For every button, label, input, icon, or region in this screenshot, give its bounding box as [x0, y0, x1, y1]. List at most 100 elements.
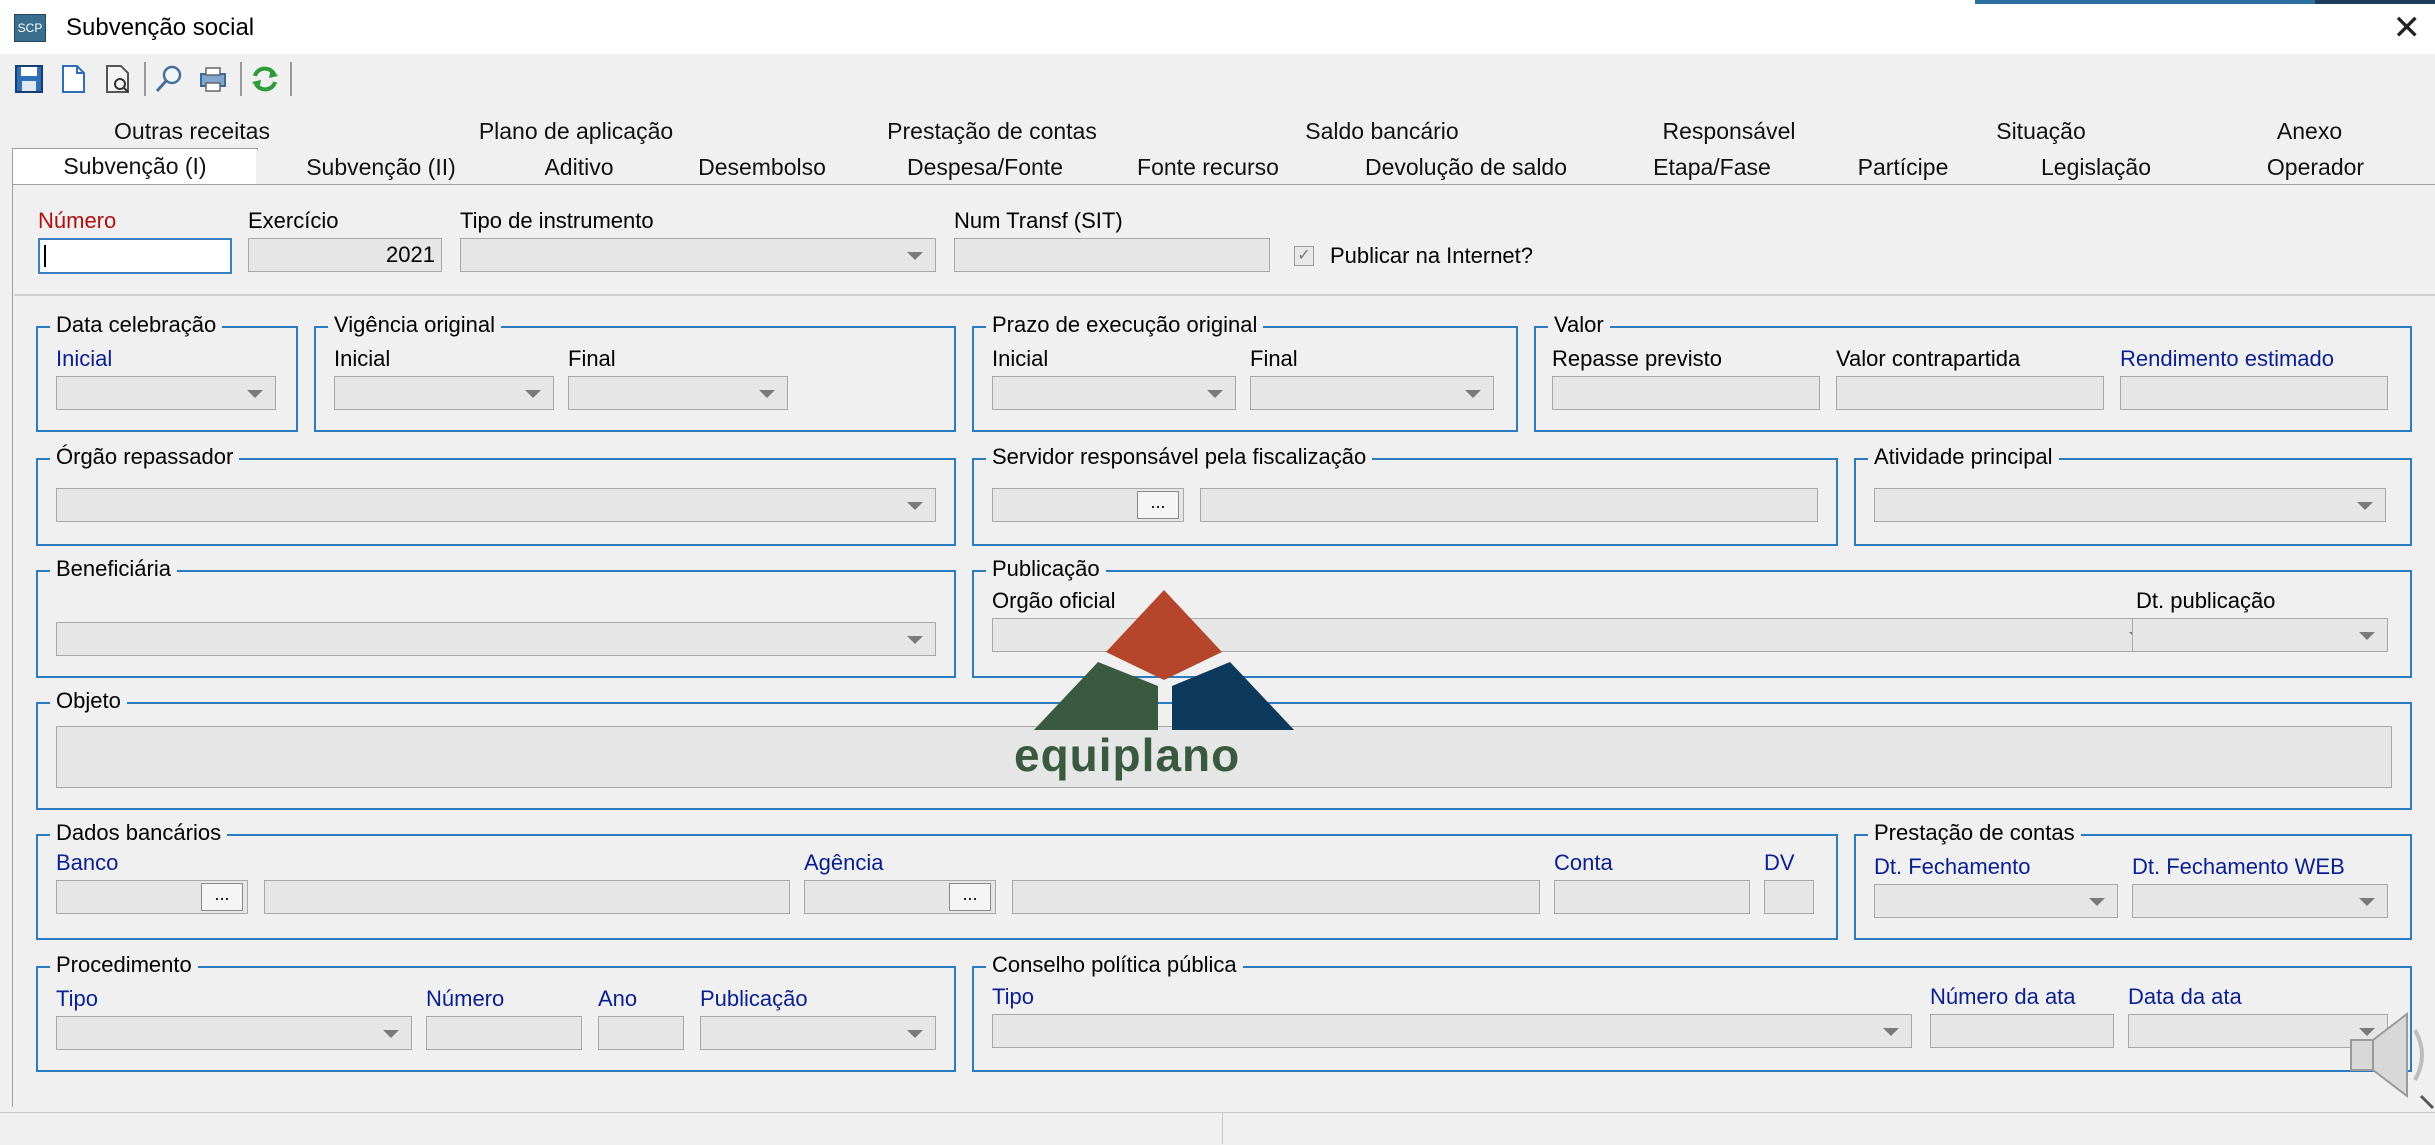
tipo-instrumento-select[interactable] — [460, 238, 936, 272]
group-title: Prazo de execução original — [986, 312, 1264, 338]
tab-desembolso[interactable]: Desembolso — [652, 150, 873, 184]
conta-input[interactable] — [1554, 880, 1750, 914]
tab-plano-aplicacao[interactable]: Plano de aplicação — [372, 114, 781, 148]
refresh-icon[interactable] — [248, 62, 282, 96]
vigencia-inicial-label: Inicial — [334, 346, 391, 371]
tab-participe[interactable]: Partícipe — [1810, 150, 1997, 184]
atividade-principal-select[interactable] — [1874, 488, 2386, 522]
tab-prestacao-contas[interactable]: Prestação de contas — [780, 114, 1205, 148]
tab-subvencao-ii[interactable]: Subvenção (II) — [256, 150, 507, 184]
data-ata-label: Data da ata — [2128, 984, 2242, 1009]
tab-anexo[interactable]: Anexo — [2184, 114, 2435, 148]
group-title: Procedimento — [50, 952, 198, 978]
procedimento-numero-label: Número — [426, 986, 505, 1011]
group-title: Atividade principal — [1868, 444, 2059, 470]
dt-fechamento-web-select[interactable] — [2132, 884, 2388, 918]
rendimento-estimado-input[interactable] — [2120, 376, 2388, 410]
speaker-icon[interactable] — [2345, 1000, 2435, 1110]
repasse-previsto-label: Repasse previsto — [1552, 346, 1722, 371]
orgao-repassador-select[interactable] — [56, 488, 936, 522]
conta-label: Conta — [1554, 850, 1613, 875]
banco-lookup-button[interactable]: ... — [201, 883, 243, 911]
dt-fechamento-select[interactable] — [1874, 884, 2118, 918]
procedimento-publicacao-select[interactable] — [700, 1016, 936, 1050]
procedimento-numero-input[interactable] — [426, 1016, 582, 1050]
agencia-label: Agência — [804, 850, 884, 875]
agencia-code-input[interactable]: ... — [804, 880, 996, 914]
vigencia-inicial-select[interactable] — [334, 376, 554, 410]
num-transf-input[interactable] — [954, 238, 1270, 272]
group-title: Valor — [1548, 312, 1610, 338]
save-icon[interactable] — [12, 62, 46, 96]
valor-contrapartida-input[interactable] — [1836, 376, 2104, 410]
vigencia-final-label: Final — [568, 346, 616, 371]
vigencia-final-select[interactable] — [568, 376, 788, 410]
title-bar: SCP Subvenção social ✕ — [0, 0, 2435, 55]
group-title: Prestação de contas — [1868, 820, 2081, 846]
publicar-label: Publicar na Internet? — [1330, 243, 1534, 268]
tab-etapa-fase[interactable]: Etapa/Fase — [1614, 150, 1811, 184]
group-title: Beneficiária — [50, 556, 177, 582]
tab-devolucao-saldo[interactable]: Devolução de saldo — [1318, 150, 1615, 184]
valor-contrapartida-label: Valor contrapartida — [1836, 346, 2021, 371]
data-celebracao-inicial-select[interactable] — [56, 376, 276, 410]
servidor-name-input[interactable] — [1200, 488, 1818, 522]
conselho-tipo-label: Tipo — [992, 984, 1034, 1009]
data-celebracao-inicial-label: Inicial — [56, 346, 113, 371]
agencia-name-input[interactable] — [1012, 880, 1540, 914]
prazo-final-select[interactable] — [1250, 376, 1494, 410]
prazo-inicial-select[interactable] — [992, 376, 1236, 410]
numero-label: Número — [38, 208, 117, 233]
text-cursor — [44, 245, 46, 267]
dv-input[interactable] — [1764, 880, 1814, 914]
publicar-checkbox[interactable]: ✓ — [1294, 246, 1314, 266]
close-icon[interactable]: ✕ — [2393, 8, 2422, 48]
procedimento-tipo-select[interactable] — [56, 1016, 412, 1050]
group-title: Data celebração — [50, 312, 223, 338]
find-icon[interactable] — [152, 62, 186, 96]
dt-publicacao-select[interactable] — [2132, 618, 2388, 652]
tab-fonte-recurso[interactable]: Fonte recurso — [1098, 150, 1319, 184]
dt-fechamento-web-label: Dt. Fechamento WEB — [2132, 854, 2345, 879]
header-separator — [14, 294, 2435, 296]
tab-legislacao[interactable]: Legislação — [1996, 150, 2197, 184]
tab-responsavel[interactable]: Responsável — [1560, 114, 1899, 148]
tab-despesa-fonte[interactable]: Despesa/Fonte — [872, 150, 1099, 184]
tab-situacao[interactable]: Situação — [1898, 114, 2185, 148]
prazo-final-label: Final — [1250, 346, 1298, 371]
tab-outras-receitas[interactable]: Outras receitas — [12, 114, 373, 148]
procedimento-ano-input[interactable] — [598, 1016, 684, 1050]
dv-label: DV — [1764, 850, 1795, 875]
group-title: Dados bancários — [50, 820, 228, 846]
exercicio-label: Exercício — [248, 208, 339, 233]
conselho-tipo-select[interactable] — [992, 1014, 1912, 1048]
servidor-lookup-button[interactable]: ... — [1137, 491, 1179, 519]
exercicio-input[interactable]: 2021 — [248, 238, 442, 272]
tab-operador[interactable]: Operador — [2196, 150, 2435, 184]
group-title: Servidor responsável pela fiscalização — [986, 444, 1373, 470]
preview-icon[interactable] — [100, 62, 134, 96]
app-icon: SCP — [14, 14, 46, 42]
group-title: Vigência original — [328, 312, 502, 338]
group-title: Publicação — [986, 556, 1106, 582]
equiplano-logo-text: equiplano — [1014, 729, 1241, 781]
dt-fechamento-label: Dt. Fechamento — [1874, 854, 2031, 879]
print-icon[interactable] — [196, 62, 230, 96]
tab-saldo-bancario[interactable]: Saldo bancário — [1204, 114, 1561, 148]
tab-aditivo[interactable]: Aditivo — [506, 150, 653, 184]
tab-subvencao-i[interactable]: Subvenção (I) — [12, 148, 258, 185]
numero-ata-input[interactable] — [1930, 1014, 2114, 1048]
toolbar-separator — [144, 62, 146, 96]
repasse-previsto-input[interactable] — [1552, 376, 1820, 410]
new-document-icon[interactable] — [56, 62, 90, 96]
status-bar-separator — [1222, 1112, 1223, 1144]
procedimento-ano-label: Ano — [598, 986, 638, 1011]
agencia-lookup-button[interactable]: ... — [949, 883, 991, 911]
servidor-code-input[interactable]: ... — [992, 488, 1184, 522]
beneficiaria-select[interactable] — [56, 622, 936, 656]
numero-input[interactable] — [38, 238, 232, 274]
toolbar — [0, 54, 2435, 104]
banco-code-input[interactable]: ... — [56, 880, 248, 914]
banco-name-input[interactable] — [264, 880, 790, 914]
group-title: Órgão repassador — [50, 444, 240, 470]
